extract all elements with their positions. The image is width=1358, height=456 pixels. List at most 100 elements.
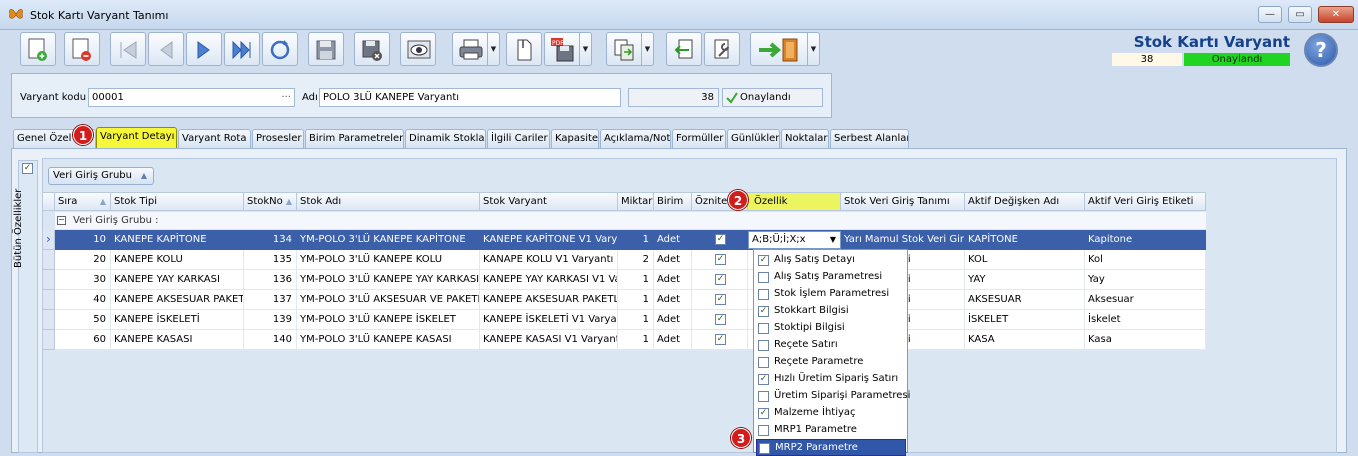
column-header-miktar[interactable]: Miktar xyxy=(618,192,654,211)
cell-miktar[interactable]: 1 xyxy=(618,310,654,330)
tab-aciklama-not[interactable]: Açıklama/Not xyxy=(600,129,671,148)
cell-degisken[interactable]: AKSESUAR xyxy=(965,290,1085,310)
row-indicator[interactable] xyxy=(42,310,55,330)
cell-sira[interactable]: 40 xyxy=(55,290,111,310)
checklist-item[interactable]: ✓ Stokkart Bilgisi xyxy=(756,303,906,320)
checklist-item[interactable]: MRP2 Parametre xyxy=(756,439,906,456)
checklist-checkbox[interactable]: ✓ xyxy=(758,255,769,266)
checklist-item[interactable]: Alış Satış Parametresi xyxy=(756,269,906,286)
checklist-item[interactable]: Stok İşlem Parametresi xyxy=(756,286,906,303)
cell-varyant[interactable]: KANAPE KOLU V1 Varyantı xyxy=(480,250,618,270)
cell-degisken[interactable]: İSKELET xyxy=(965,310,1085,330)
row-indicator[interactable] xyxy=(42,270,55,290)
new-button[interactable] xyxy=(20,32,56,66)
tools-button[interactable] xyxy=(704,32,740,66)
checklist-checkbox[interactable] xyxy=(758,289,769,300)
column-header-stok-adi[interactable]: Stok Adı xyxy=(297,192,480,211)
save-button[interactable] xyxy=(308,32,344,66)
copy-dropdown[interactable]: ▼ xyxy=(642,32,654,66)
oznitel-checkbox[interactable]: ✓ xyxy=(715,294,726,305)
cell-degisken[interactable]: KASA xyxy=(965,330,1085,350)
cell-varyant[interactable]: KANEPE YAY KARKASI V1 Varya xyxy=(480,270,618,290)
cell-sira[interactable]: 10 xyxy=(55,230,111,250)
checklist-item[interactable]: MRP1 Parametre xyxy=(756,422,906,439)
cell-varyant[interactable]: KANEPE KASASI V1 Varyant xyxy=(480,330,618,350)
cell-oznitel[interactable]: ✓ xyxy=(692,230,748,250)
cell-varyant[interactable]: KANEPE İSKELETİ V1 Varyan xyxy=(480,310,618,330)
import-button[interactable] xyxy=(666,32,702,66)
table-row[interactable]: 60 KANEPE KASASI 140 YM-POLO 3'LÜ KANEPE KA… xyxy=(55,330,1206,350)
tab-ilgili-cariler[interactable]: İlgili Cariler xyxy=(487,129,550,148)
name-input[interactable]: POLO 3LÜ KANEPE Varyantı xyxy=(319,88,621,107)
cell-etiket[interactable]: Yay xyxy=(1085,270,1206,290)
column-header-sira[interactable]: Sıra ▲ xyxy=(55,192,111,211)
group-by-button[interactable]: Veri Giriş Grubu ▲ xyxy=(48,167,154,185)
cell-no[interactable]: 140 xyxy=(244,330,297,350)
cell-miktar[interactable]: 1 xyxy=(618,290,654,310)
checklist-item[interactable]: ✓ Alış Satış Detayı xyxy=(756,252,906,269)
cell-sira[interactable]: 20 xyxy=(55,250,111,270)
checklist-checkbox[interactable] xyxy=(758,425,769,436)
cell-no[interactable]: 135 xyxy=(244,250,297,270)
checklist-item[interactable]: ✓ Malzeme İhtiyaç xyxy=(756,405,906,422)
tab-serbest-alanlar[interactable]: Serbest Alanlar xyxy=(830,129,909,148)
previous-record-button[interactable] xyxy=(148,32,184,66)
checklist-checkbox[interactable] xyxy=(758,357,769,368)
cell-tip[interactable]: KANEPE İSKELETİ xyxy=(111,310,244,330)
cell-miktar[interactable]: 1 xyxy=(618,230,654,250)
checklist-checkbox[interactable] xyxy=(758,391,769,402)
close-button[interactable]: ✕ xyxy=(1318,6,1354,23)
cell-oznitel[interactable]: ✓ xyxy=(692,250,748,270)
table-row[interactable]: 50 KANEPE İSKELETİ 139 YM-POLO 3'LÜ KANEPE … xyxy=(55,310,1206,330)
column-header-aktif-degisken-adi[interactable]: Aktif Değişken Adı xyxy=(965,192,1085,211)
cell-no[interactable]: 134 xyxy=(244,230,297,250)
help-button[interactable]: ? xyxy=(1304,33,1338,67)
pdf-export-dropdown[interactable]: ▼ xyxy=(580,32,592,66)
checklist-item[interactable]: Stoktipi Bilgisi xyxy=(756,320,906,337)
checklist-checkbox[interactable]: ✓ xyxy=(758,306,769,317)
cell-birim[interactable]: Adet xyxy=(654,230,692,250)
checklist-item[interactable]: Üretim Siparişi Parametresi xyxy=(756,388,910,405)
print-button[interactable] xyxy=(452,32,488,66)
cell-degisken[interactable]: KOL xyxy=(965,250,1085,270)
cell-tip[interactable]: KANEPE KASASI xyxy=(111,330,244,350)
cancel-save-button[interactable] xyxy=(354,32,390,66)
row-indicator[interactable] xyxy=(42,290,55,310)
column-header-birim[interactable]: Birim xyxy=(654,192,692,211)
copy-button[interactable] xyxy=(606,32,642,66)
cell-miktar[interactable]: 1 xyxy=(618,270,654,290)
cell-no[interactable]: 137 xyxy=(244,290,297,310)
column-header-stok-tipi[interactable]: Stok Tipi xyxy=(111,192,244,211)
row-indicator[interactable]: › xyxy=(42,230,55,250)
cell-tip[interactable]: KANEPE AKSESUAR PAKET xyxy=(111,290,244,310)
cell-oznitel[interactable]: ✓ xyxy=(692,270,748,290)
chevron-down-icon[interactable]: ▼ xyxy=(830,232,836,248)
cell-oznitel[interactable]: ✓ xyxy=(692,330,748,350)
cell-birim[interactable]: Adet xyxy=(654,310,692,330)
cell-adi[interactable]: YM-POLO 3'LÜ KANEPE KASASI xyxy=(297,330,480,350)
checklist-checkbox[interactable] xyxy=(758,272,769,283)
oznitel-checkbox[interactable]: ✓ xyxy=(715,234,726,245)
attachment-button[interactable] xyxy=(506,32,542,66)
tab-kapasite[interactable]: Kapasite xyxy=(551,129,599,148)
cell-tip[interactable]: KANEPE KOLU xyxy=(111,250,244,270)
cell-etiket[interactable]: İskelet xyxy=(1085,310,1206,330)
tab-prosesler[interactable]: Prosesler xyxy=(252,129,304,148)
cell-birim[interactable]: Adet xyxy=(654,290,692,310)
cell-etiket[interactable]: Kol xyxy=(1085,250,1206,270)
checklist-item[interactable]: Reçete Satırı xyxy=(756,337,906,354)
checklist-item[interactable]: Reçete Parametre xyxy=(756,354,906,371)
cell-miktar[interactable]: 2 xyxy=(618,250,654,270)
cell-varyant[interactable]: KANEPE AKSESUAR PAKETLI xyxy=(480,290,618,310)
cell-birim[interactable]: Adet xyxy=(654,330,692,350)
cell-adi[interactable]: YM-POLO 3'LÜ KANEPE İSKELET xyxy=(297,310,480,330)
tab-dinamik-stoklar[interactable]: Dinamik Stoklar xyxy=(405,129,486,148)
next-record-button[interactable] xyxy=(186,32,222,66)
oznitel-checkbox[interactable]: ✓ xyxy=(715,334,726,345)
checklist-checkbox[interactable] xyxy=(758,340,769,351)
checklist-item[interactable]: ✓ Hızlı Üretim Sipariş Satırı xyxy=(756,371,906,388)
table-row[interactable]: 20 KANEPE KOLU 135 YM-POLO 3'LÜ KANEPE KOLU… xyxy=(55,250,1206,270)
column-header-stok-varyant[interactable]: Stok Varyant xyxy=(480,192,618,211)
oznitel-checkbox[interactable]: ✓ xyxy=(715,274,726,285)
maximize-button[interactable]: ▭ xyxy=(1288,6,1312,23)
